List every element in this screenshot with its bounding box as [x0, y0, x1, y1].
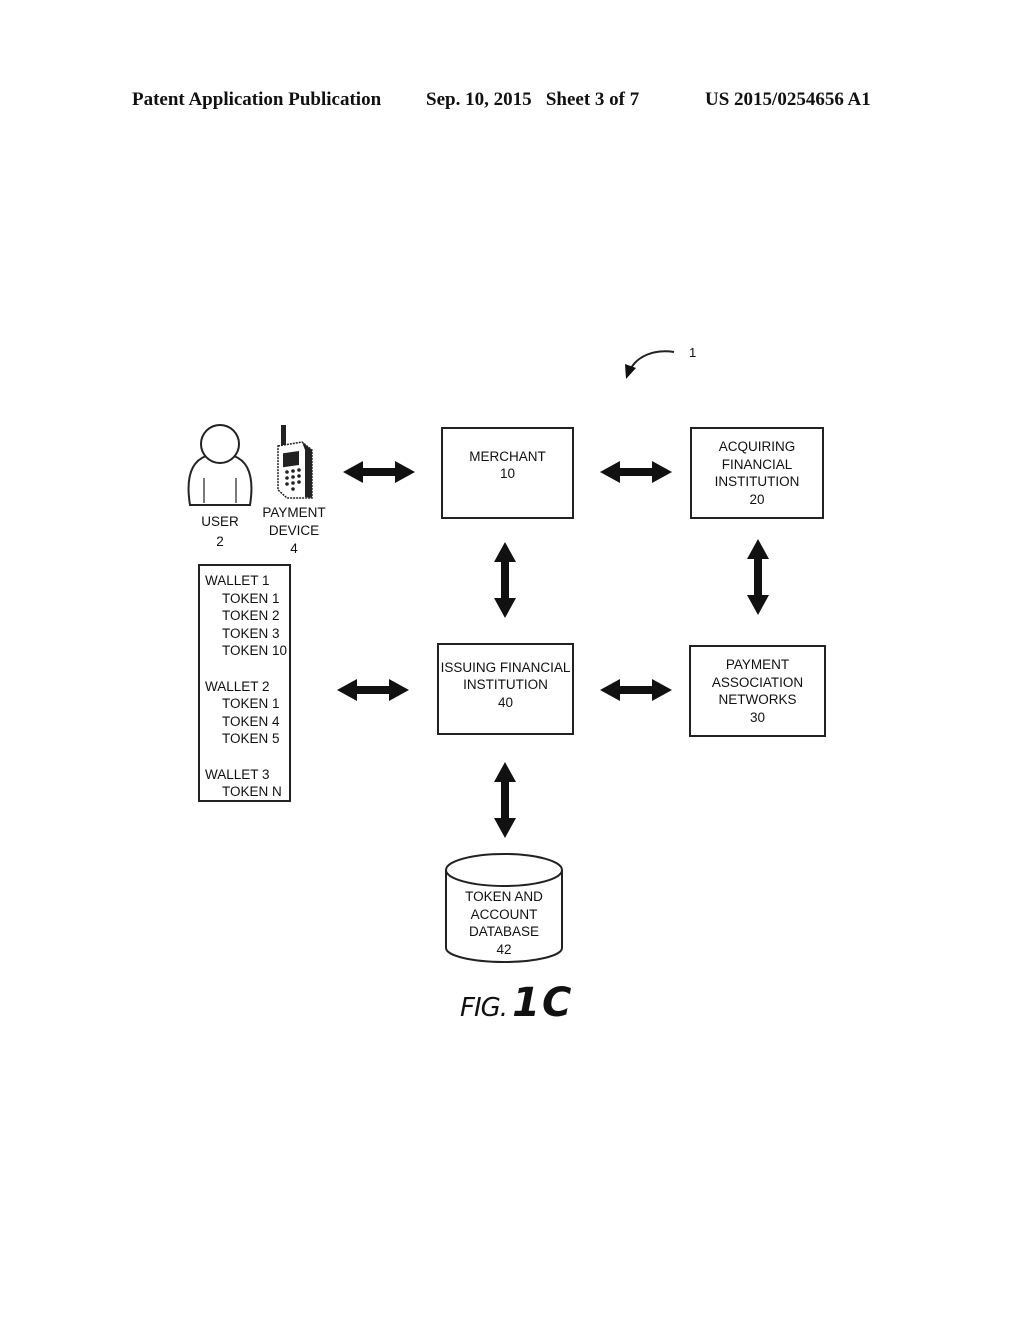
patent-header: Patent Application Publication Sep. 10, … [0, 89, 1024, 113]
database-label-line2: ACCOUNT [470, 906, 538, 922]
payment-device-label-block: PAYMENT DEVICE 4 [259, 504, 329, 558]
token-account-database-label: TOKEN AND ACCOUNT DATABASE 42 [446, 888, 562, 958]
payment-device-label-line1: PAYMENT [262, 505, 326, 520]
wallet-token: TOKEN 4 [222, 713, 280, 729]
patent-number: US 2015/0254656 A1 [705, 89, 871, 110]
arrow-merchant-acquiring [600, 461, 672, 483]
wallet-group: WALLET 2 TOKEN 1 TOKEN 4 TOKEN 5 [205, 678, 289, 748]
date-and-sheet: Sep. 10, 2015 Sheet 3 of 7 [426, 89, 640, 110]
figure-prefix: FIG. [460, 993, 508, 1023]
merchant-label: MERCHANT [469, 448, 546, 464]
wallet-token: TOKEN 1 [222, 696, 280, 712]
figure-label: FIG. 1C [460, 980, 573, 1026]
publication-type: Patent Application Publication [132, 89, 382, 110]
issuing-label-line2: INSTITUTION [463, 677, 548, 693]
acquiring-label-line3: INSTITUTION [714, 474, 800, 489]
arrow-issuing-database [494, 762, 516, 838]
arrow-issuing-networks [600, 679, 672, 701]
networks-label-line3: NETWORKS [718, 692, 797, 707]
wallet-title: WALLET 1 [205, 573, 270, 588]
merchant-ref: 10 [499, 466, 516, 481]
wallet-group: WALLET 3 TOKEN N [205, 766, 289, 801]
figure-number: 1C [512, 980, 574, 1026]
wallet-token: TOKEN 10 [222, 643, 288, 659]
merchant-box: MERCHANT 10 [441, 427, 574, 519]
wallet-token: TOKEN 1 [222, 590, 280, 606]
wallet-token: TOKEN 2 [222, 608, 280, 624]
arrow-merchant-issuing [494, 542, 516, 618]
user-icon [187, 424, 253, 506]
issuing-financial-institution-box: ISSUING FINANCIAL INSTITUTION 40 [437, 643, 574, 735]
reference-arrow-icon [625, 350, 675, 379]
issuing-label-line1: ISSUING FINANCIAL [440, 659, 571, 675]
payment-device-ref: 4 [290, 541, 298, 556]
database-label-line1: TOKEN AND [465, 889, 543, 904]
wallet-token: TOKEN N [222, 784, 282, 800]
arrow-wallets-issuing [337, 679, 409, 701]
acquiring-label-line2: FINANCIAL [721, 456, 793, 472]
database-ref: 42 [496, 941, 512, 957]
database-label-line3: DATABASE [468, 924, 540, 939]
wallets-box: WALLET 1 TOKEN 1 TOKEN 2 TOKEN 3 TOKEN 1… [198, 564, 291, 802]
wallet-token: TOKEN 3 [222, 625, 280, 641]
user-label-block: USER 2 [190, 513, 250, 551]
arrow-device-merchant [343, 461, 415, 483]
networks-label-line1: PAYMENT [725, 657, 790, 672]
arrow-acquiring-networks [747, 539, 769, 615]
networks-label-line2: ASSOCIATION [711, 674, 804, 690]
wallet-group: WALLET 1 TOKEN 1 TOKEN 2 TOKEN 3 TOKEN 1… [205, 572, 289, 660]
issuing-ref: 40 [497, 694, 514, 710]
acquiring-financial-institution-box: ACQUIRING FINANCIAL INSTITUTION 20 [690, 427, 824, 519]
user-label: USER [201, 514, 239, 529]
user-ref: 2 [216, 534, 224, 549]
networks-ref: 30 [749, 709, 766, 725]
acquiring-label-line1: ACQUIRING [718, 439, 796, 454]
wallet-title: WALLET 3 [205, 766, 270, 782]
payment-association-networks-box: PAYMENT ASSOCIATION NETWORKS 30 [689, 645, 826, 737]
mobile-phone-icon [277, 425, 313, 499]
system-reference-number: 1 [689, 345, 697, 360]
payment-device-label-line2: DEVICE [268, 523, 320, 538]
wallet-token: TOKEN 5 [222, 731, 280, 747]
wallet-title: WALLET 2 [205, 678, 270, 694]
acquiring-ref: 20 [749, 491, 765, 507]
